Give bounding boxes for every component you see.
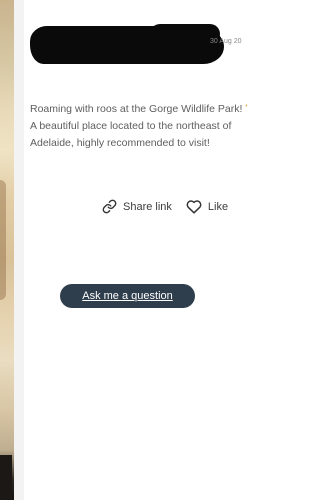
post-date: 30 Aug 20 [210,38,242,45]
post-card: 30 Aug 20 Roaming with roos at the Gorge… [24,0,247,500]
like-label: Like [207,200,229,213]
profile-photo [0,0,14,500]
post-text-end: A beautiful place located to the northea… [30,120,232,149]
photo-shadow [0,180,6,300]
camel-emoji: 🐪 [245,103,247,115]
post-text: Roaming with roos at the Gorge Wildlife … [30,101,247,152]
post-text-start: Roaming with roos at the Gorge Wildlife … [30,103,246,115]
panel-divider [14,0,24,500]
redacted-author [30,24,224,64]
photo-dark-corner [0,455,12,500]
like-button[interactable]: Like [186,199,228,214]
share-link-button[interactable]: Share link [102,199,172,214]
link-icon [102,199,117,214]
ask-question-button[interactable]: Ask me a question [60,284,195,308]
share-link-label: Share link [123,200,172,213]
post-actions: Share link Like [102,199,228,214]
heart-icon [186,200,202,214]
